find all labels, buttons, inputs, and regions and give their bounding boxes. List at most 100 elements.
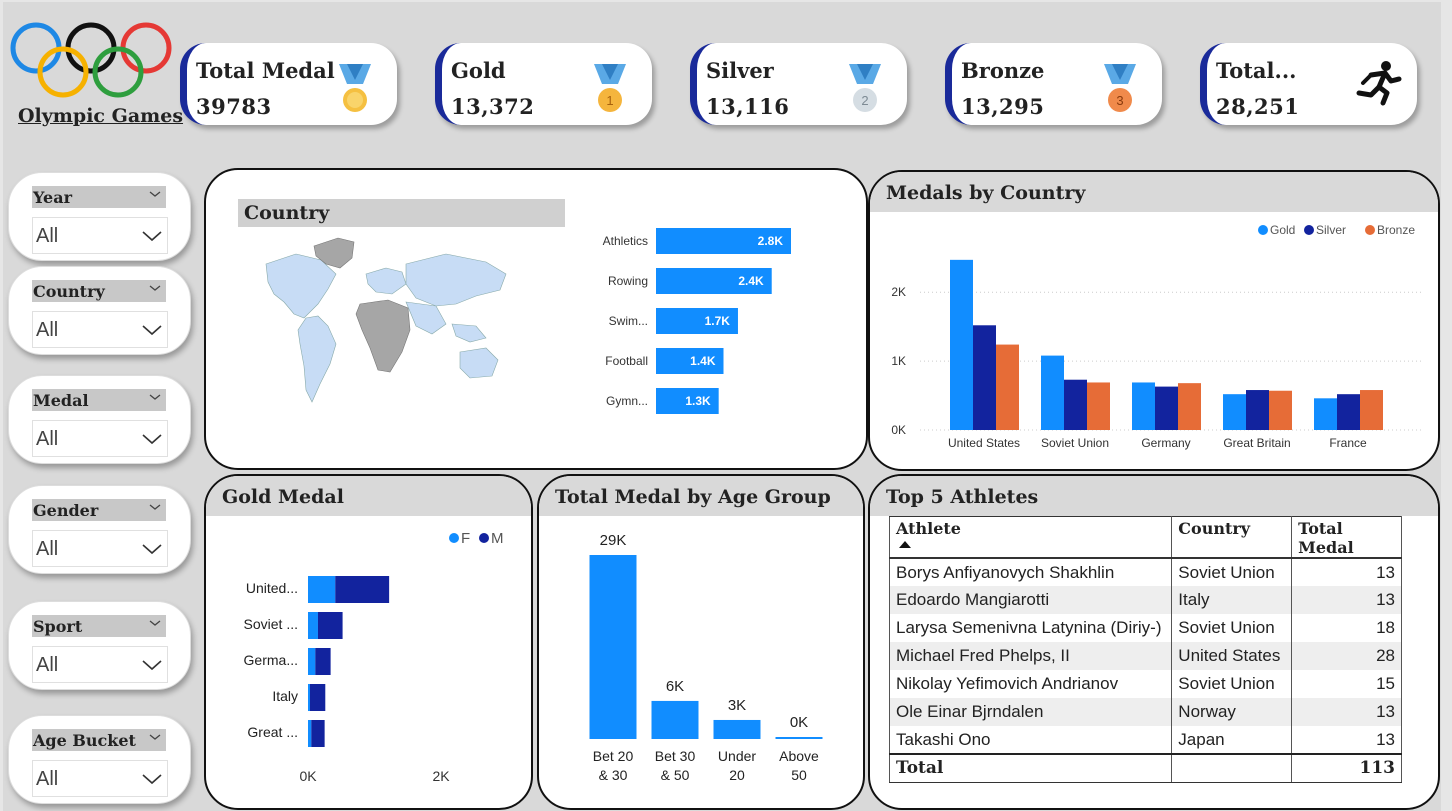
sport-bar-chart: Athletics 2.8K Rowing 2.4K Swim... 1.7K Footba… (603, 228, 791, 414)
x-tick-label: Soviet Union (1041, 436, 1109, 450)
table-row[interactable]: Ole Einar Bjrndalen Norway 13 (888, 698, 1402, 726)
athlete-cell: Edoardo Mangiarotti (888, 586, 1173, 614)
chevron-down-icon[interactable] (148, 500, 162, 514)
table-row[interactable]: Michael Fred Phelps, II United States 28 (888, 642, 1402, 670)
bar (950, 259, 973, 430)
total-empty-cell (1171, 753, 1293, 783)
slicer-dropdown[interactable]: All (32, 311, 168, 348)
slicer-dropdown[interactable]: All (32, 760, 168, 797)
slicer-header[interactable]: Age Bucket (32, 729, 166, 751)
legend-label: Silver (1316, 223, 1346, 237)
country-cell: United States (1171, 642, 1293, 670)
bar (996, 344, 1019, 430)
data-label: 6K (666, 678, 684, 695)
bar-segment (309, 684, 326, 711)
x-tick-label: Under 20 (718, 748, 756, 783)
chevron-down-icon (142, 544, 162, 555)
table-row[interactable]: Larysa Semenivna Latynina (Diriy-) Soviet… (888, 614, 1402, 642)
category-label: Soviet ... (244, 616, 298, 632)
bar-segment (317, 612, 343, 639)
x-tick-label: 2K (432, 768, 450, 784)
svg-text:3: 3 (1116, 93, 1123, 108)
kpi-label: Silver (706, 58, 774, 83)
bar (1337, 394, 1360, 430)
top-athletes-title: Top 5 Athletes (870, 476, 1438, 516)
total-medal-cell: 15 (1291, 670, 1402, 698)
top-athletes-panel: Top 5 Athletes Athlete Country Total Med… (868, 474, 1440, 810)
chevron-down-icon[interactable] (148, 616, 162, 630)
category-label: Italy (272, 688, 298, 704)
athlete-cell: Ole Einar Bjrndalen (888, 698, 1173, 726)
slicer-sport[interactable]: Sport All (8, 601, 191, 690)
bar (1064, 379, 1087, 430)
medals-by-country-chart: 0K 1K 2K United States Soviet Union Germany Gr… (891, 223, 1422, 450)
x-tick-label: Germany (1141, 436, 1190, 450)
category-label: Swim... (609, 314, 648, 328)
total-medal-cell: 13 (1291, 726, 1402, 754)
country-cell: Soviet Union (1171, 670, 1293, 698)
kpi-total-medal-card[interactable]: Total Medal 39783 (180, 43, 397, 125)
total-label: Total (888, 753, 1173, 783)
bar (1041, 355, 1064, 430)
kpi-label: Gold (451, 58, 506, 83)
table-row[interactable]: Edoardo Mangiarotti Italy 13 (888, 586, 1402, 614)
column-header-total-medal[interactable]: Total Medal (1291, 516, 1402, 559)
category-label: Rowing (608, 274, 648, 288)
slicer-age-bucket[interactable]: Age Bucket All (8, 715, 191, 804)
slicer-dropdown[interactable]: All (32, 646, 168, 683)
slicer-header[interactable]: Year (32, 186, 166, 208)
bar-segment (308, 648, 316, 675)
slicer-header[interactable]: Sport (32, 615, 166, 637)
slicer-dropdown[interactable]: All (32, 420, 168, 457)
slicer-header[interactable]: Medal (32, 389, 166, 411)
world-map[interactable] (256, 234, 516, 414)
chevron-down-icon[interactable] (148, 187, 162, 201)
slicer-header[interactable]: Gender (32, 499, 166, 521)
kpi-gold-card[interactable]: Gold 13,372 1 (435, 43, 652, 125)
country-cell: Norway (1171, 698, 1293, 726)
x-tick-label: Great Britain (1223, 436, 1290, 450)
kpi-value: 28,251 (1216, 94, 1300, 119)
legend-marker (1365, 225, 1375, 235)
x-tick-label: 0K (299, 768, 317, 784)
country-cell: Japan (1171, 726, 1293, 754)
kpi-total-athletes-card[interactable]: Total... 28,251 (1200, 43, 1417, 125)
table-row[interactable]: Takashi Ono Japan 13 (888, 726, 1402, 754)
slicer-header[interactable]: Country (32, 280, 166, 302)
table-row[interactable]: Nikolay Yefimovich Andrianov Soviet Union… (888, 670, 1402, 698)
kpi-bronze-card[interactable]: Bronze 13,295 3 (945, 43, 1162, 125)
bar (651, 700, 699, 739)
column-header-country[interactable]: Country (1171, 516, 1293, 559)
category-label: Gymn... (606, 394, 648, 408)
slicer-gender[interactable]: Gender All (8, 485, 191, 574)
kpi-silver-card[interactable]: Silver 13,116 2 (690, 43, 907, 125)
slicer-country[interactable]: Country All (8, 266, 191, 355)
x-tick-label: Bet 20 & 30 (593, 748, 634, 783)
total-value: 113 (1291, 753, 1402, 783)
slicer-medal[interactable]: Medal All (8, 375, 191, 464)
legend-marker (1304, 225, 1314, 235)
bar (973, 325, 996, 430)
slicer-year[interactable]: Year All (8, 172, 191, 261)
legend-label: M (491, 530, 504, 547)
chevron-down-icon[interactable] (148, 281, 162, 295)
column-header-athlete[interactable]: Athlete (888, 516, 1173, 559)
bar-segment (308, 612, 318, 639)
silver-medal-2-icon: 2 (845, 62, 885, 118)
bar-segment (335, 576, 390, 603)
slicer-dropdown[interactable]: All (32, 530, 168, 567)
bar (1360, 390, 1383, 430)
athlete-cell: Nikolay Yefimovich Andrianov (888, 670, 1173, 698)
bar (775, 737, 823, 739)
chevron-down-icon[interactable] (148, 730, 162, 744)
data-label: 1.7K (705, 314, 731, 328)
table-row[interactable]: Borys Anfiyanovych Shakhlin Soviet Union 1… (888, 558, 1402, 586)
country-panel-title: Country (238, 199, 565, 227)
category-label: Athletics (603, 234, 648, 248)
total-medal-cell: 28 (1291, 642, 1402, 670)
slicer-dropdown[interactable]: All (32, 217, 168, 254)
chevron-down-icon[interactable] (148, 390, 162, 404)
data-label: 1.3K (685, 394, 711, 408)
bar-segment (308, 720, 312, 747)
chevron-down-icon (142, 660, 162, 671)
